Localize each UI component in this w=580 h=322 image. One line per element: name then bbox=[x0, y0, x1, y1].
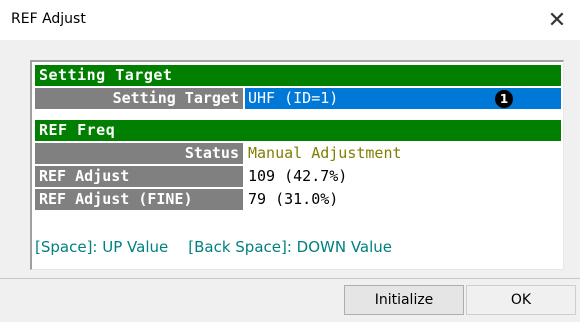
status-value: Manual Adjustment bbox=[248, 144, 402, 162]
settings-panel: Setting Target Setting Target UHF (ID=1)… bbox=[30, 60, 564, 270]
hint-up: [Space]: UP Value bbox=[35, 238, 169, 256]
ref-adjust-label: REF Adjust bbox=[35, 166, 243, 187]
initialize-button[interactable]: Initialize bbox=[344, 285, 464, 315]
ref-freq-header: REF Freq bbox=[35, 120, 561, 141]
divider bbox=[0, 278, 580, 279]
setting-target-header: Setting Target bbox=[35, 65, 561, 86]
dialog-client-area: Setting Target Setting Target UHF (ID=1)… bbox=[0, 40, 580, 322]
status-label: Status bbox=[35, 143, 243, 164]
ref-adjust-fine-label: REF Adjust (FINE) bbox=[35, 189, 243, 210]
key-hint: [Space]: UP Value [Back Space]: DOWN Valu… bbox=[35, 238, 412, 256]
close-icon[interactable]: ✕ bbox=[534, 0, 580, 40]
setting-target-label: Setting Target bbox=[35, 88, 243, 109]
ok-button[interactable]: OK bbox=[466, 285, 576, 315]
hint-down: [Back Space]: DOWN Value bbox=[188, 238, 393, 256]
window-title: REF Adjust bbox=[11, 11, 86, 27]
setting-target-value[interactable]: UHF (ID=1) bbox=[245, 88, 561, 109]
callout-badge: 1 bbox=[495, 90, 513, 108]
title-bar: REF Adjust ✕ bbox=[0, 0, 580, 40]
ref-adjust-value[interactable]: 109 (42.7%) bbox=[245, 166, 347, 187]
ref-adjust-fine-value[interactable]: 79 (31.0%) bbox=[245, 189, 338, 210]
